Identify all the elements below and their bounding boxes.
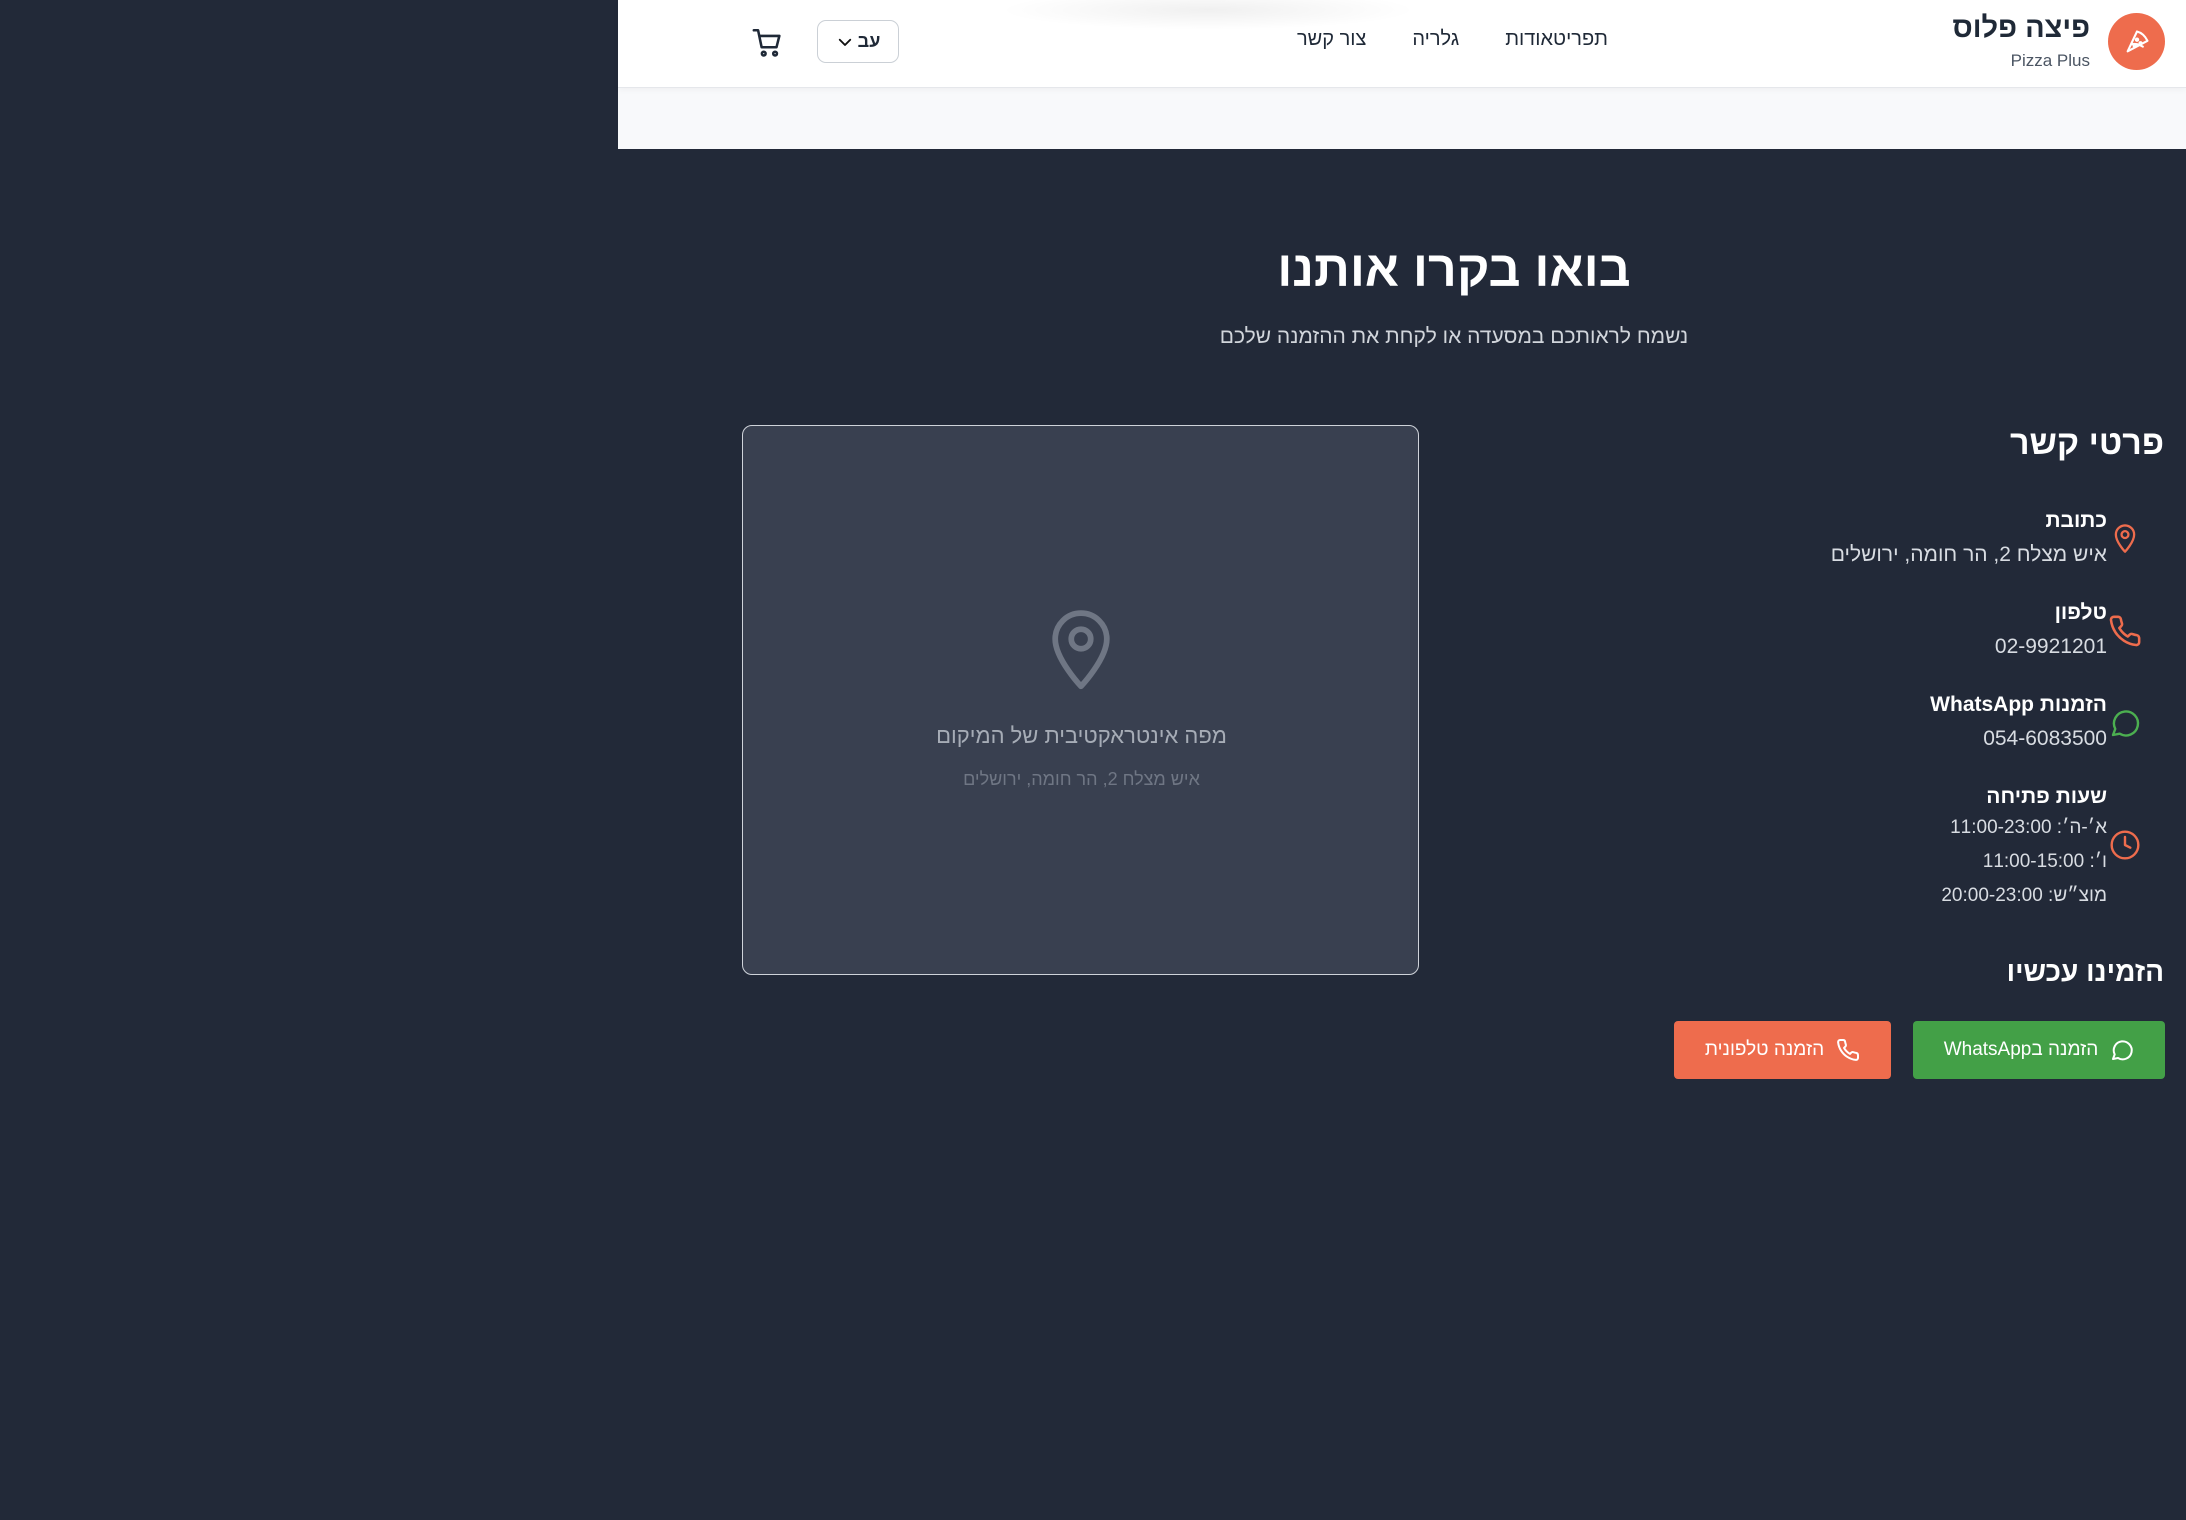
brand-name[interactable]: פיצה פלוס [1953,12,2090,45]
whatsapp-chat-icon [2112,1040,2134,1061]
contact-title: פרטי קשר [2009,424,2164,462]
hours-weekdays: א׳-ה׳: 11:00-23:00 [1950,817,2107,838]
order-whatsapp-button[interactable]: הזמנה בWhatsApp [1913,1021,2165,1079]
section-title: בואו בקרו אותנו [1277,241,1631,297]
address-label: כתובת [2045,509,2107,532]
hours-friday: ו׳: 11:00-15:00 [1982,851,2107,872]
map-placeholder[interactable]: מפה אינטראקטיבית של המיקום איש מצלח 2, ה… [742,425,1419,975]
clock-icon [2110,830,2140,860]
hours-label: שעות פתיחה [1986,785,2107,808]
whatsapp-value[interactable]: 054-6083500 [1983,727,2107,751]
phone-icon [1837,1038,1860,1061]
main-nav: תפריטאודות גלריה צור קשר [1297,28,1608,51]
order-whatsapp-label: הזמנה בWhatsApp [1943,1039,2099,1060]
phone-value[interactable]: 02-9921201 [1995,635,2107,659]
language-value: עב [857,31,881,51]
nav-item-contact[interactable]: צור קשר [1297,28,1366,51]
header-spacer-band [618,88,2186,149]
order-phone-button[interactable]: הזמנה טלפונית [1674,1021,1891,1079]
order-phone-label: הזמנה טלפונית [1704,1039,1825,1060]
phone-label: טלפון [2054,601,2107,624]
brand-subtitle: Pizza Plus [2010,51,2090,70]
whatsapp-chat-icon [2111,710,2140,737]
header-shadow [998,0,1418,30]
hours-saturday-night: מוצ״ש: 20:00-23:00 [1941,885,2107,906]
cart-button[interactable] [751,26,785,60]
map-address: איש מצלח 2, הר חומה, ירושלים [963,769,1200,789]
map-label: מפה אינטראקטיבית של המיקום [936,723,1227,748]
whatsapp-label: הזמנות WhatsApp [1930,693,2107,716]
map-pin-icon [1052,610,1110,690]
phone-icon [2109,615,2141,647]
logo[interactable] [2108,13,2165,70]
section-subtitle: נשמח לראותכם במסעדה או לקחת את ההזמנה של… [1219,325,1689,348]
language-select[interactable]: עב [817,20,899,63]
order-title: הזמינו עכשיו [2006,956,2164,987]
shopping-cart-icon [752,28,781,57]
chevron-down-icon [838,38,851,46]
nav-item-menu-about[interactable]: תפריטאודות [1505,28,1608,51]
location-pin-icon [2114,524,2136,553]
nav-item-gallery[interactable]: גלריה [1412,28,1459,51]
address-value: איש מצלח 2, הר חומה, ירושלים [1830,543,2107,566]
pizza-slice-icon [2126,29,2149,52]
